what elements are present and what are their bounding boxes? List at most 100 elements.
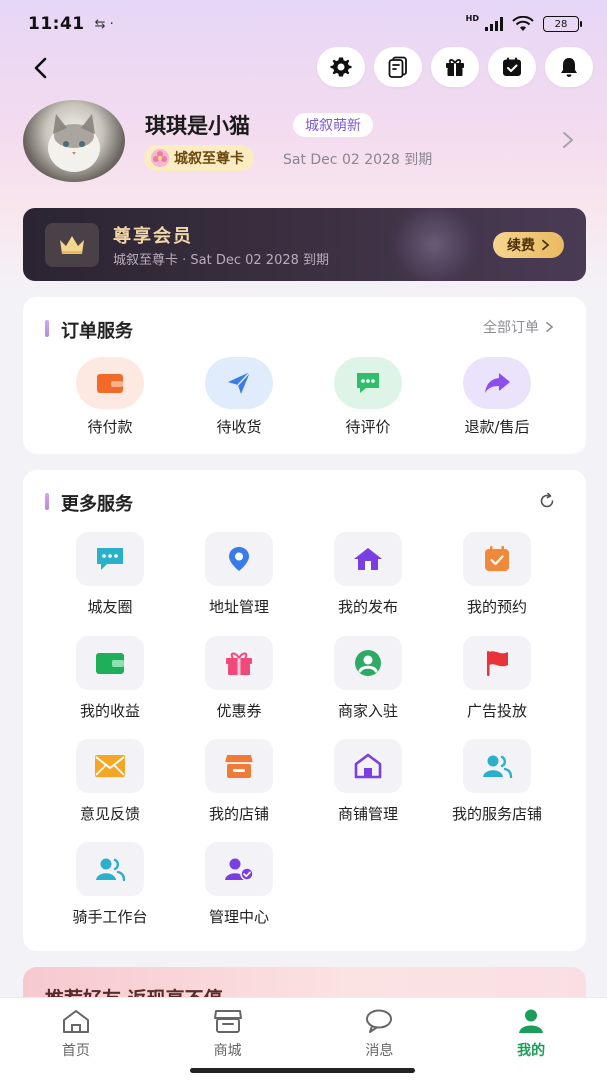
all-orders-link[interactable]: 全部订单 [483,317,554,337]
tab-label: 商城 [213,1043,242,1059]
battery-level: 28 [554,18,568,30]
level-badge: 城叙萌新 [293,113,373,137]
location-pin-icon [205,532,273,586]
service-label: 我的发布 [337,598,398,616]
service-feedback[interactable]: 意见反馈 [45,739,175,829]
profile-section[interactable]: 琪琪是小猫 城叙萌新 城叙至尊卡 Sat Dec 02 2028 到期 [23,100,583,184]
service-my-posts[interactable]: 我的发布 [303,532,433,622]
status-bar: 11:41 ⇆ · HD 28 [0,0,607,48]
flag-icon [463,636,531,690]
gift-button[interactable] [431,47,479,87]
avatar[interactable] [23,100,125,182]
service-my-store[interactable]: 我的店铺 [174,739,304,829]
order-pending-receipt[interactable]: 待收货 [174,357,304,437]
service-label: 骑手工作台 [72,908,148,926]
service-admin-center[interactable]: 管理中心 [174,842,304,932]
cards-icon [388,56,407,78]
shop-icon [213,1010,242,1033]
membership-card-pill[interactable]: 城叙至尊卡 [144,145,254,171]
gift-icon [446,59,464,76]
service-label: 我的店铺 [208,805,269,823]
more-services-card: 更多服务 城友圈 地址管理 我的发布 我的预约 我的收益 优惠券 商家入驻 广告… [23,470,586,951]
chevron-right-icon [542,239,550,251]
signal-icon [485,17,503,31]
gift-icon [205,636,273,690]
more-services-title: 更多服务 [45,490,133,516]
nickname: 琪琪是小猫 [145,114,250,138]
service-my-service-stores[interactable]: 我的服务店铺 [432,739,562,829]
service-label: 城友圈 [87,598,133,616]
refresh-icon[interactable] [538,492,556,510]
service-label: 广告投放 [466,702,527,720]
message-icon [366,1009,393,1033]
service-merchant-join[interactable]: 商家入驻 [303,636,433,726]
home-outline-icon [334,739,402,793]
wifi-icon [512,16,534,31]
house-icon [334,532,402,586]
chevron-right-icon [546,321,554,333]
membership-card-name: 城叙至尊卡 [174,151,244,167]
service-label: 我的预约 [466,598,527,616]
crown-icon [45,223,99,267]
order-label: 待收货 [216,418,262,436]
order-pending-payment[interactable]: 待付款 [45,357,175,437]
renew-label: 续费 [507,238,535,254]
bell-icon [561,58,577,77]
settings-button[interactable] [317,47,365,87]
order-label: 待付款 [87,418,133,436]
calendar-check-icon [503,57,521,76]
notification-button[interactable] [545,47,593,87]
order-services-title: 订单服务 [45,317,133,343]
status-indicators: HD 28 [465,13,582,32]
usb-icon: ⇆ · [94,16,114,32]
cards-button[interactable] [374,47,422,87]
tab-profile[interactable]: 我的 [455,998,607,1080]
service-label: 商家入驻 [337,702,398,720]
wallet-icon [76,636,144,690]
chevron-right-icon[interactable] [561,130,575,150]
person-icon [519,1009,544,1033]
network-type: HD [465,13,479,23]
user-circle-icon [334,636,402,690]
tab-home[interactable]: 首页 [0,998,152,1080]
vip-subtitle: 城叙至尊卡 · Sat Dec 02 2028 到期 [113,253,330,268]
membership-expire: Sat Dec 02 2028 到期 [283,152,433,168]
renew-button[interactable]: 续费 [493,232,564,258]
service-my-appointments[interactable]: 我的预约 [432,532,562,622]
service-advertising[interactable]: 广告投放 [432,636,562,726]
service-city-circle[interactable]: 城友圈 [45,532,175,622]
service-my-earnings[interactable]: 我的收益 [45,636,175,726]
storefront-icon [205,739,273,793]
checkin-button[interactable] [488,47,536,87]
service-label: 我的服务店铺 [451,805,542,823]
order-label: 退款/售后 [464,418,530,436]
chat-bubble-icon [76,532,144,586]
tab-label: 首页 [61,1043,90,1059]
status-time: 11:41 [28,14,85,34]
back-arrow-icon[interactable] [28,55,54,81]
service-label: 我的收益 [79,702,140,720]
service-store-management[interactable]: 商铺管理 [303,739,433,829]
flower-icon [151,149,169,167]
vip-banner[interactable]: 尊享会员 城叙至尊卡 · Sat Dec 02 2028 到期 续费 [23,208,586,281]
service-label: 商铺管理 [337,805,398,823]
service-label: 管理中心 [208,908,269,926]
service-rider-workbench[interactable]: 骑手工作台 [45,842,175,932]
service-label: 意见反馈 [79,805,140,823]
tab-label: 我的 [517,1043,546,1059]
users-icon [463,739,531,793]
service-address[interactable]: 地址管理 [174,532,304,622]
order-label: 待评价 [345,418,391,436]
order-refund[interactable]: 退款/售后 [432,357,562,437]
order-pending-review[interactable]: 待评价 [303,357,433,437]
service-label: 地址管理 [208,598,269,616]
wallet-icon [76,357,144,409]
envelope-icon [76,739,144,793]
send-icon [205,357,273,409]
users-icon [76,842,144,896]
cat-avatar-image [48,114,100,172]
service-label: 优惠券 [216,702,262,720]
chat-icon [334,357,402,409]
service-coupons[interactable]: 优惠券 [174,636,304,726]
home-indicator [190,1068,415,1073]
